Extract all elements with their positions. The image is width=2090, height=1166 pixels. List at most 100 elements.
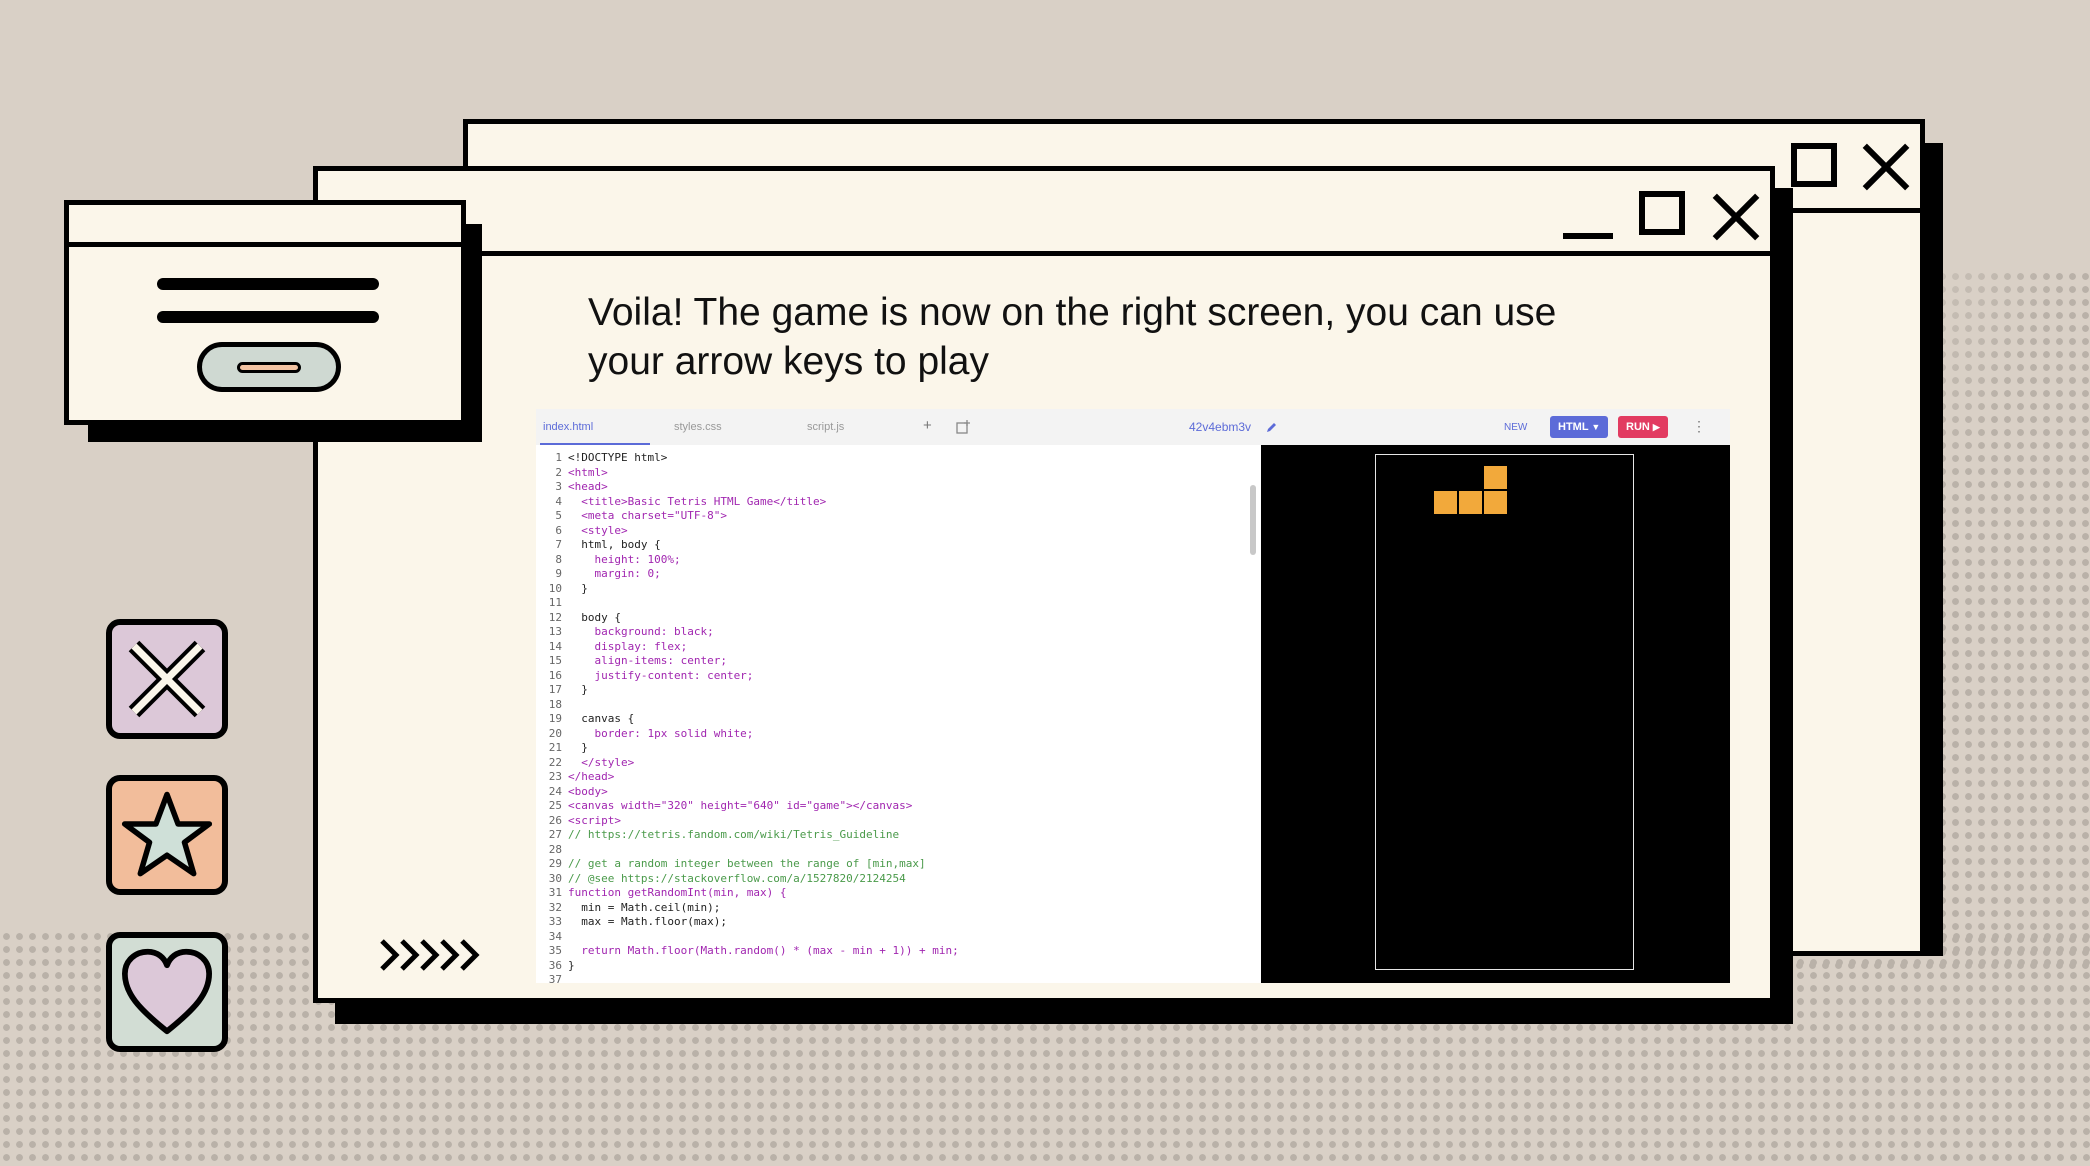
code-line: <script> [568,813,621,827]
code-line: } [568,741,588,754]
code-line: <html> [568,465,608,479]
pencil-icon[interactable] [1266,422,1277,433]
line-number: 6 [555,523,562,537]
caption-line-2: your arrow keys to play [588,340,989,383]
close-icon[interactable] [1712,193,1760,241]
code-line: max = Math.floor(max); [568,915,727,928]
close-icon[interactable] [1862,143,1910,191]
chevrons-icon [380,939,480,971]
line-number: 9 [555,567,562,580]
line-number: 15 [548,654,562,667]
code-line: background: black; [568,625,714,638]
line-number: 19 [548,712,562,725]
code-editor-screenshot: index.html styles.css script.js + 42v4eb… [536,409,1730,986]
code-line: <body> [568,784,608,798]
code-scrollbar[interactable] [1250,485,1256,555]
line-number: 17 [548,683,562,696]
code-line: } [568,581,588,595]
code-line: } [568,683,588,696]
html-dropdown-button[interactable]: HTML ▼ [1550,416,1609,438]
code-line: margin: 0; [568,567,661,580]
star-tile-button[interactable] [106,775,228,895]
line-number: 22 [548,755,562,769]
line-number: 28 [548,842,562,856]
code-line: } [568,958,575,972]
dialog-text-line [157,311,379,323]
line-number: 25 [548,799,562,812]
line-number: 36 [548,958,562,972]
code-line: border: 1px solid white; [568,726,754,740]
tetris-canvas[interactable] [1375,454,1634,970]
close-tile-button[interactable] [106,619,228,739]
line-number: 8 [555,552,562,566]
dialog-window [64,200,466,425]
line-number: 18 [548,697,562,711]
line-number: 1 [555,451,562,464]
add-tab-button[interactable]: + [923,417,932,434]
run-label: RUN [1626,421,1650,433]
code-line: function getRandomInt(min, max) { [568,886,787,899]
line-number: 11 [548,596,562,609]
line-number: 10 [548,581,562,595]
more-options-icon[interactable]: ⋮ [1692,418,1706,435]
line-number: 30 [548,871,562,885]
code-line: // https://tetris.fandom.com/wiki/Tetris… [568,828,900,841]
line-number: 34 [548,929,562,943]
line-number: 24 [548,784,562,798]
line-number: 7 [555,538,562,551]
line-number: 35 [548,944,562,957]
line-number: 29 [548,857,562,870]
html-dropdown-label: HTML [1558,421,1589,433]
code-line: <title>Basic Tetris HTML Game</title> [568,494,827,508]
line-number: 20 [548,726,562,740]
code-line: html, body { [568,538,661,551]
main-window-titlebar-divider [318,251,1770,256]
line-number: 2 [555,465,562,479]
maximize-icon[interactable] [1639,191,1685,235]
heart-tile-button[interactable] [106,932,228,1052]
code-line: // @see https://stackoverflow.com/a/1527… [568,871,906,885]
line-number: 12 [548,610,562,624]
code-line: align-items: center; [568,654,727,667]
line-number: 27 [548,828,562,841]
code-line: min = Math.ceil(min); [568,900,721,914]
project-id[interactable]: 42v4ebm3v [1189,420,1251,434]
line-number: 4 [555,494,562,508]
dialog-button-highlight [237,362,301,373]
dialog-button[interactable] [197,342,341,392]
tetris-block [1483,490,1508,515]
code-lines[interactable]: <!DOCTYPE html> <html> <head> <title>Basic… [568,451,959,988]
code-line: <!DOCTYPE html> [568,451,668,464]
code-panel[interactable]: 1 2 3 4 5 6 7 8 9 10 11 12 13 14 15 16 17 18 19 20 21 22 23 24 2… [536,445,1256,986]
code-line: <style> [568,523,628,537]
code-line: <head> [568,480,608,493]
run-button[interactable]: RUN ▶ [1618,416,1668,438]
minimize-icon[interactable] [1563,233,1613,239]
tab-index-html[interactable]: index.html [543,421,593,433]
caption-line-1: Voila! The game is now on the right scre… [588,291,1557,334]
chevron-down-icon: ▼ [1591,422,1601,432]
code-line: <canvas width="320" height="640" id="gam… [568,799,913,812]
code-line: </style> [568,755,635,769]
maximize-icon[interactable] [1791,143,1837,187]
code-line: display: flex; [568,639,688,653]
line-number: 5 [555,509,562,522]
code-line: return Math.floor(Math.random() * (max -… [568,944,959,957]
line-number: 14 [548,639,562,653]
upload-image-icon[interactable] [956,420,970,434]
game-preview[interactable] [1261,445,1730,983]
line-number: 3 [555,480,562,493]
tab-styles-css[interactable]: styles.css [674,421,722,433]
tetris-block [1483,465,1508,490]
tab-script-js[interactable]: script.js [807,421,844,433]
close-icon [128,640,206,718]
line-number: 32 [548,900,562,914]
code-line: <meta charset="UTF-8"> [568,509,727,522]
code-line: justify-content: center; [568,668,754,682]
new-button[interactable]: NEW [1504,422,1527,433]
code-line: canvas { [568,712,635,725]
